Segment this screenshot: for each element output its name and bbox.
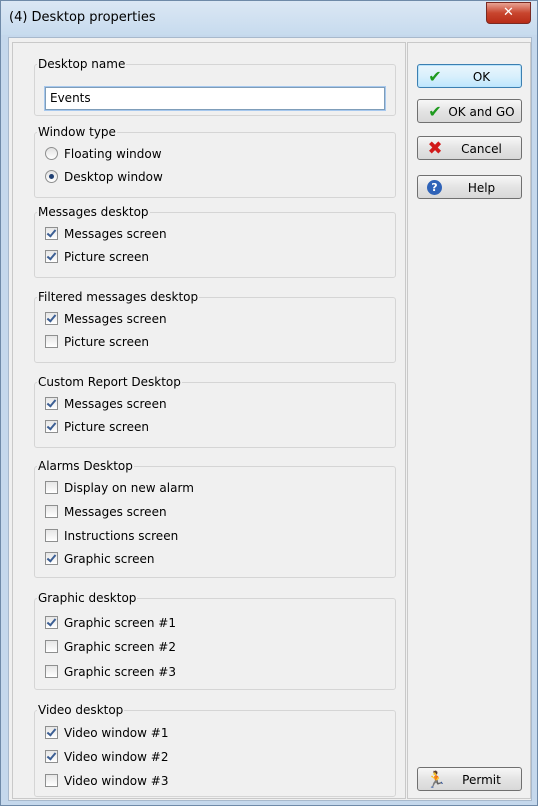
dialog-window: (4) Desktop properties ✕ Desktop name Wi…	[0, 0, 538, 806]
checkbox-label: Graphic screen #1	[64, 616, 176, 630]
running-man-icon: 🏃	[426, 770, 446, 789]
checkbox-row[interactable]: Graphic screen #2	[45, 639, 176, 655]
checkbox-row[interactable]: Picture screen	[45, 419, 149, 435]
desktop-name-group: Desktop name	[34, 56, 396, 116]
filtered-messages-desktop-group: Filtered messages desktop Messages scree…	[34, 289, 396, 363]
button-label: Cancel	[461, 142, 502, 156]
checkbox-label: Video window #2	[64, 750, 169, 764]
help-button[interactable]: ? Help	[417, 175, 522, 199]
radio-floating-window[interactable]: Floating window	[45, 146, 162, 162]
checkbox[interactable]	[45, 774, 58, 787]
alarms-desktop-group: Alarms Desktop Display on new alarm Mess…	[34, 458, 396, 578]
checkbox[interactable]	[45, 616, 58, 629]
custom-report-desktop-group: Custom Report Desktop Messages screen Pi…	[34, 374, 396, 448]
radio-label: Floating window	[64, 147, 162, 161]
checkbox[interactable]	[45, 726, 58, 739]
settings-panel: Desktop name Window type Floating window…	[12, 42, 406, 799]
red-x-icon: ✖	[427, 138, 443, 159]
messages-desktop-group: Messages desktop Messages screen Picture…	[34, 204, 396, 278]
checkbox-label: Picture screen	[64, 420, 149, 434]
checkbox-row[interactable]: Messages screen	[45, 504, 167, 520]
checkbox[interactable]	[45, 335, 58, 348]
checkbox-label: Graphic screen #3	[64, 665, 176, 679]
checkbox[interactable]	[45, 397, 58, 410]
checkbox[interactable]	[45, 640, 58, 653]
button-label: OK	[472, 70, 491, 84]
checkbox-label: Messages screen	[64, 397, 167, 411]
group-label: Alarms Desktop	[37, 458, 134, 474]
button-label: OK and GO	[448, 105, 515, 119]
checkbox-label: Video window #3	[64, 774, 169, 788]
group-label: Window type	[37, 124, 117, 140]
question-icon: ?	[427, 180, 442, 195]
checkmark-icon: ✔	[428, 67, 442, 86]
checkbox-row[interactable]: Video window #3	[45, 773, 168, 789]
checkbox-label: Messages screen	[64, 505, 167, 519]
checkbox-label: Video window #1	[64, 726, 169, 740]
group-label: Desktop name	[37, 56, 127, 72]
radio-desktop-window[interactable]: Desktop window	[45, 169, 163, 185]
checkbox-row[interactable]: Graphic screen #1	[45, 615, 176, 631]
close-button[interactable]: ✕	[486, 2, 531, 24]
checkbox-label: Picture screen	[64, 250, 149, 264]
checkbox[interactable]	[45, 505, 58, 518]
checkbox[interactable]	[45, 665, 58, 678]
group-label: Graphic desktop	[37, 590, 138, 606]
ok-button[interactable]: ✔ OK	[417, 64, 522, 88]
checkbox[interactable]	[45, 481, 58, 494]
group-label: Video desktop	[37, 702, 125, 718]
ok-and-go-button[interactable]: ✔ OK and GO	[417, 99, 522, 123]
checkbox-row[interactable]: Picture screen	[45, 249, 149, 265]
checkbox-row[interactable]: Instructions screen	[45, 528, 178, 544]
checkbox-label: Graphic screen #2	[64, 640, 176, 654]
cancel-button[interactable]: ✖ Cancel	[417, 136, 522, 160]
radio-button[interactable]	[45, 147, 58, 160]
desktop-name-field[interactable]	[44, 86, 386, 111]
window-type-group: Window type Floating window Desktop wind…	[34, 124, 396, 198]
checkbox[interactable]	[45, 529, 58, 542]
checkbox[interactable]	[45, 312, 58, 325]
close-icon: ✕	[503, 5, 514, 20]
checkbox-label: Display on new alarm	[64, 481, 194, 495]
graphic-desktop-group: Graphic desktop Graphic screen #1 Graphi…	[34, 590, 396, 690]
checkbox-label: Graphic screen	[64, 552, 155, 566]
checkbox-row[interactable]: Display on new alarm	[45, 480, 194, 496]
checkbox[interactable]	[45, 250, 58, 263]
radio-label: Desktop window	[64, 170, 163, 184]
permit-button[interactable]: 🏃 Permit	[417, 767, 522, 791]
title-bar[interactable]: (4) Desktop properties ✕	[1, 1, 537, 35]
checkbox[interactable]	[45, 750, 58, 763]
window-title: (4) Desktop properties	[9, 10, 156, 25]
checkbox-label: Instructions screen	[64, 529, 179, 543]
checkmark-icon: ✔	[428, 102, 442, 121]
checkbox-label: Messages screen	[64, 312, 167, 326]
button-label: Help	[467, 181, 496, 195]
group-label: Filtered messages desktop	[37, 289, 200, 305]
checkbox-row[interactable]: Video window #1	[45, 725, 168, 741]
checkbox-row[interactable]: Picture screen	[45, 334, 149, 350]
checkbox-row[interactable]: Messages screen	[45, 226, 167, 242]
checkbox-row[interactable]: Messages screen	[45, 396, 167, 412]
checkbox-row[interactable]: Graphic screen	[45, 551, 154, 567]
checkbox-row[interactable]: Messages screen	[45, 311, 167, 327]
button-panel: ✔ OK ✔ OK and GO ✖ Cancel ? Help 🏃 Permi…	[407, 42, 531, 799]
dialog-client: Desktop name Window type Floating window…	[8, 37, 532, 801]
group-label: Custom Report Desktop	[37, 374, 182, 390]
radio-button[interactable]	[45, 170, 58, 183]
checkbox[interactable]	[45, 552, 58, 565]
checkbox-label: Picture screen	[64, 335, 149, 349]
checkbox-label: Messages screen	[64, 227, 167, 241]
checkbox-row[interactable]: Video window #2	[45, 749, 168, 765]
checkbox[interactable]	[45, 227, 58, 240]
video-desktop-group: Video desktop Video window #1 Video wind…	[34, 702, 396, 797]
group-label: Messages desktop	[37, 204, 150, 220]
checkbox[interactable]	[45, 420, 58, 433]
button-label: Permit	[462, 773, 501, 787]
checkbox-row[interactable]: Graphic screen #3	[45, 664, 176, 680]
